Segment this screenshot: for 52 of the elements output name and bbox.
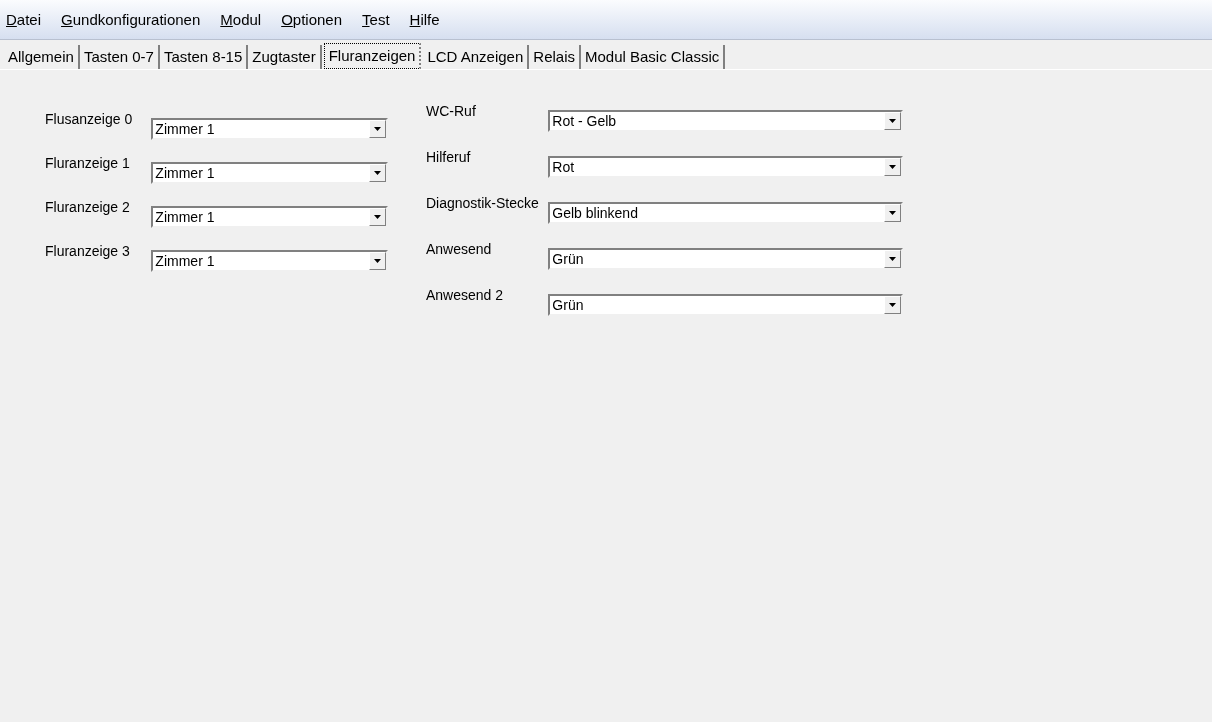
dropdown[interactable]: Rot (548, 156, 903, 178)
field-label: Anwesend 2 (426, 288, 505, 302)
field-label: WC-Ruf (426, 104, 477, 118)
menu-item[interactable]: Datei (6, 8, 42, 31)
caret-icon (374, 127, 381, 131)
dropdown-value: Grün (551, 295, 585, 315)
dropdown[interactable]: Grün (548, 248, 903, 270)
menu-item[interactable]: Modul (220, 8, 262, 31)
dropdown-value: Zimmer 1 (154, 119, 216, 139)
caret-icon (374, 171, 381, 175)
dropdown-value: Rot (551, 157, 576, 177)
dropdown-arrow-button[interactable] (884, 204, 901, 222)
caret-icon (374, 215, 381, 219)
dropdown-value: Zimmer 1 (154, 207, 216, 227)
dropdown-arrow-button[interactable] (884, 112, 901, 130)
dropdown-arrow-button[interactable] (369, 164, 386, 182)
caret-icon (889, 165, 896, 169)
caret-icon (889, 257, 896, 261)
field-label: Fluranzeige 1 (45, 156, 131, 170)
caret-icon (889, 119, 896, 123)
dropdown-arrow-button[interactable] (369, 120, 386, 138)
field-label: Anwesend (426, 242, 493, 256)
field-label: Fluranzeige 3 (45, 244, 131, 258)
caret-icon (374, 259, 381, 263)
menu-item[interactable]: Optionen (281, 8, 343, 31)
dropdown-value: Zimmer 1 (154, 163, 216, 183)
field-label: Hilferuf (426, 150, 472, 164)
dropdown[interactable]: Zimmer 1 (151, 250, 388, 272)
dropdown-arrow-button[interactable] (884, 250, 901, 268)
field-label: Diagnostik-Stecke (426, 196, 540, 210)
caret-icon (889, 211, 896, 215)
dropdown[interactable]: Grün (548, 294, 903, 316)
dropdown-arrow-button[interactable] (884, 296, 901, 314)
field-label: Fluranzeige 2 (45, 200, 131, 214)
field-label: Flusanzeige 0 (45, 112, 134, 126)
caret-icon (889, 303, 896, 307)
dropdown[interactable]: Zimmer 1 (151, 162, 388, 184)
menu-item[interactable]: Gundkonfigurationen (61, 8, 201, 31)
dropdown[interactable]: Zimmer 1 (151, 118, 388, 140)
dropdown-value: Rot - Gelb (551, 111, 618, 131)
dropdown-value: Grün (551, 249, 585, 269)
dropdown[interactable]: Zimmer 1 (151, 206, 388, 228)
dropdown-value: Gelb blinkend (551, 203, 639, 223)
dropdown[interactable]: Gelb blinkend (548, 202, 903, 224)
dropdown-arrow-button[interactable] (369, 252, 386, 270)
dropdown-arrow-button[interactable] (884, 158, 901, 176)
tab[interactable]: Fluranzeigen (323, 43, 422, 69)
dropdown-value: Zimmer 1 (154, 251, 216, 271)
menu-item[interactable]: Test (362, 8, 390, 31)
dropdown[interactable]: Rot - Gelb (548, 110, 903, 132)
dropdown-arrow-button[interactable] (369, 208, 386, 226)
menu-item[interactable]: Hilfe (409, 8, 440, 31)
